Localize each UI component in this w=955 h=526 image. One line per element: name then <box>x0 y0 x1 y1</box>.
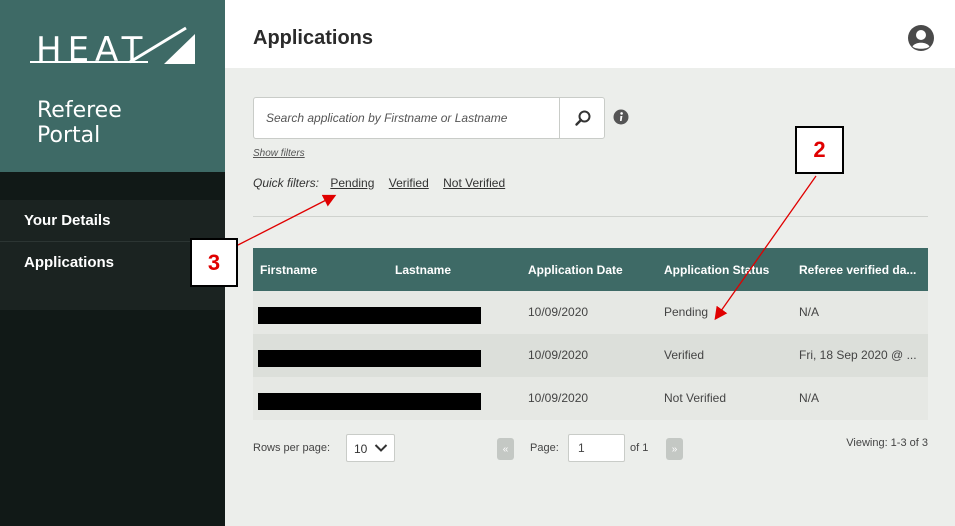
viewing-count: Viewing: 1-3 of 3 <box>846 437 928 449</box>
section-divider <box>253 216 928 217</box>
search-input[interactable] <box>254 98 559 138</box>
cell-application-date: 10/09/2020 <box>528 305 589 319</box>
chevron-right-icon: » <box>671 443 678 455</box>
chevron-down-icon <box>374 444 388 452</box>
quick-filters: Quick filters: Pending Verified Not Veri… <box>253 176 516 190</box>
portal-title-line1: Referee <box>37 98 122 123</box>
brand-panel: HEAT Referee Portal <box>0 0 225 172</box>
show-filters-link[interactable]: Show filters <box>253 148 305 159</box>
cell-application-date: 10/09/2020 <box>528 391 589 405</box>
annotation-callout-3: 3 <box>190 238 238 287</box>
rows-per-page-select[interactable]: 10 <box>346 434 395 462</box>
column-header-referee-verified-date[interactable]: Referee verified da... <box>799 263 916 277</box>
portal-title: Referee Portal <box>37 98 122 148</box>
column-header-lastname[interactable]: Lastname <box>395 263 451 277</box>
cell-referee-verified-date: N/A <box>799 305 820 319</box>
search-box <box>253 97 605 139</box>
rows-per-page-label: Rows per page: <box>253 442 331 454</box>
info-icon[interactable] <box>613 109 629 125</box>
column-header-application-date[interactable]: Application Date <box>528 263 623 277</box>
heat-logo-text: HEAT <box>36 30 149 70</box>
top-header: Applications <box>225 0 955 68</box>
portal-title-line2: Portal <box>37 123 101 148</box>
annotation-callout-2: 2 <box>795 126 844 174</box>
redacted-name <box>258 393 481 410</box>
redacted-name <box>258 307 481 324</box>
search-button[interactable] <box>560 98 605 138</box>
column-header-firstname[interactable]: Firstname <box>260 263 317 277</box>
chevron-left-icon: « <box>502 443 509 455</box>
user-avatar-icon[interactable] <box>907 24 935 52</box>
table-row[interactable]: 10/09/2020 Verified Fri, 18 Sep 2020 @ .… <box>253 334 928 377</box>
cell-application-status: Pending <box>664 305 709 319</box>
quick-filter-verified[interactable]: Verified <box>389 176 429 190</box>
cell-application-status: Verified <box>664 348 705 362</box>
table-row[interactable]: 10/09/2020 Pending N/A <box>253 291 928 334</box>
rows-per-page-value: 10 <box>354 442 368 456</box>
page-label: Page: <box>530 442 559 454</box>
next-page-button[interactable]: » <box>666 438 683 460</box>
cell-application-status: Not Verified <box>664 391 727 405</box>
search-icon <box>574 110 590 126</box>
quick-filters-label: Quick filters: <box>253 176 320 190</box>
cell-referee-verified-date: N/A <box>799 391 820 405</box>
previous-page-button[interactable]: « <box>497 438 514 460</box>
redacted-name <box>258 350 481 367</box>
page-total-label: of 1 <box>630 442 649 454</box>
quick-filter-not-verified[interactable]: Not Verified <box>443 176 505 190</box>
nav-item-your-details[interactable]: Your Details <box>0 201 225 241</box>
table-header: Firstname Lastname Application Date Appl… <box>253 248 928 291</box>
annotation-arrow-3 <box>237 194 337 246</box>
table-row[interactable]: 10/09/2020 Not Verified N/A <box>253 377 928 420</box>
page-title: Applications <box>253 27 374 49</box>
cell-referee-verified-date: Fri, 18 Sep 2020 @ ... <box>799 348 917 362</box>
column-header-application-status[interactable]: Application Status <box>664 263 769 277</box>
cell-application-date: 10/09/2020 <box>528 348 589 362</box>
quick-filter-pending[interactable]: Pending <box>330 176 374 190</box>
page-number-input[interactable] <box>568 434 625 462</box>
